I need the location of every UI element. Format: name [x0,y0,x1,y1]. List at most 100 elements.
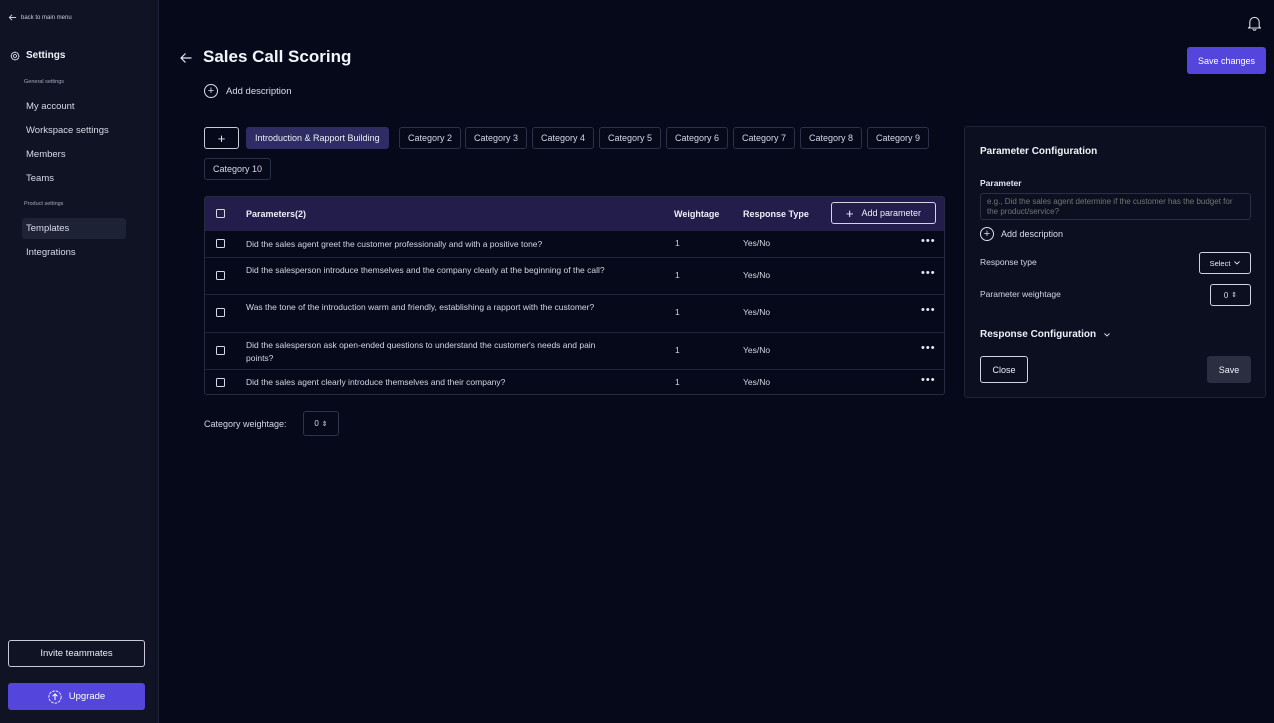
parameter-weightage-label: Parameter weightage [980,289,1061,299]
parameter-weightage: 1 [675,307,680,317]
parameter-response-type: Yes/No [743,270,771,280]
row-checkbox[interactable] [216,378,225,387]
parameter-weightage: 1 [675,238,680,248]
row-checkbox[interactable] [216,308,225,317]
parameter-question: Did the sales agent greet the customer p… [246,239,543,249]
sidebar-item-integrations[interactable]: Integrations [22,242,126,263]
parameter-weightage-stepper[interactable]: 0 ⇕ [1210,284,1251,306]
plus-circle-icon: + [204,84,218,98]
row-checkbox[interactable] [216,271,225,280]
gear-icon [10,50,20,61]
parameter-response-type: Yes/No [743,238,771,248]
response-type-label: Response type [980,257,1037,267]
sidebar-item-my-account[interactable]: My account [22,96,126,117]
panel-title: Parameter Configuration [980,146,1098,157]
table-header: Parameters(2) Weightage Response Type + … [205,197,944,230]
parameter-question: Did the salesperson introduce themselves… [246,265,605,275]
parameter-weightage: 1 [675,270,680,280]
back-link-label: back to main menu [21,14,72,21]
sidebar-item-members[interactable]: Members [22,144,126,165]
arrow-up-circle-icon [48,689,62,704]
add-category-button[interactable]: + [204,127,239,149]
general-settings-label: General settings [24,79,65,85]
category-weightage-label: Category weightage: [204,419,287,429]
parameter-question: Was the tone of the introduction warm an… [246,302,595,312]
add-description-label: Add description [226,85,292,97]
arrow-left-icon [8,14,17,21]
panel-add-description-label: Add description [1001,229,1064,239]
sidebar-item-templates[interactable]: Templates [22,218,126,239]
row-checkbox[interactable] [216,346,225,355]
parameter-response-type: Yes/No [743,345,771,355]
bell-icon[interactable] [1247,15,1262,31]
parameter-configuration-panel: Parameter Configuration Parameter + Add … [964,126,1266,398]
settings-title: Settings [26,50,66,61]
table-row[interactable]: Did the salesperson introduce themselves… [205,257,944,294]
up-down-icon: ⇕ [1231,292,1238,299]
tab-category-7[interactable]: Category 7 [733,127,796,149]
tab-category-5[interactable]: Category 5 [599,127,662,149]
page-title: Sales Call Scoring [203,47,352,66]
back-to-main-menu-link[interactable]: back to main menu [8,13,72,22]
tab-introduction-rapport-building[interactable]: Introduction & Rapport Building [246,127,389,149]
tab-category-2[interactable]: Category 2 [399,127,462,149]
sidebar: back to main menu Settings General setti… [0,0,159,723]
parameter-response-type: Yes/No [743,307,771,317]
up-down-icon: ⇕ [321,420,328,428]
chevron-down-icon [1234,261,1241,265]
response-configuration-toggle[interactable]: Response Configuration [980,329,1110,340]
parameter-weightage: 1 [675,345,680,355]
response-type-value: Select [1209,258,1231,268]
tab-category-9[interactable]: Category 9 [867,127,930,149]
panel-add-description-link[interactable]: + Add description [980,227,1063,241]
sidebar-item-workspace-settings[interactable]: Workspace settings [22,120,126,141]
plus-circle-icon: + [980,227,994,241]
more-horizontal-icon[interactable]: ••• [921,235,936,247]
upgrade-button[interactable]: Upgrade [8,683,145,710]
response-type-select[interactable]: Select [1199,252,1251,274]
save-changes-button[interactable]: Save changes [1187,47,1266,74]
more-horizontal-icon[interactable]: ••• [921,342,936,354]
response-configuration-label: Response Configuration [980,329,1097,340]
category-weightage-value: 0 [314,419,319,428]
parameter-input[interactable] [980,193,1251,220]
add-parameter-button[interactable]: + Add parameter [831,202,936,224]
tab-category-6[interactable]: Category 6 [666,127,729,149]
sidebar-item-teams[interactable]: Teams [22,168,126,189]
response-type-column-header: Response Type [743,209,809,219]
add-parameter-label: Add parameter [861,208,922,218]
add-description-link[interactable]: + Add description [204,84,291,98]
table-row[interactable]: Did the sales agent greet the customer p… [205,230,944,257]
category-weightage-stepper[interactable]: 0 ⇕ [303,411,339,436]
close-button[interactable]: Close [980,356,1028,383]
parameter-weightage: 1 [675,377,680,387]
select-all-checkbox[interactable] [216,209,225,218]
parameter-question: Did the sales agent clearly introduce th… [246,377,506,387]
parameter-label: Parameter [980,178,1022,188]
row-checkbox[interactable] [216,239,225,248]
save-button[interactable]: Save [1207,356,1251,383]
tab-category-4[interactable]: Category 4 [532,127,595,149]
more-horizontal-icon[interactable]: ••• [921,267,936,279]
settings-heading: Settings [10,50,65,61]
table-row[interactable]: Did the salesperson ask open-ended quest… [205,332,944,369]
more-horizontal-icon[interactable]: ••• [921,304,936,316]
table-row[interactable]: Was the tone of the introduction warm an… [205,294,944,332]
parameters-table: Parameters(2) Weightage Response Type + … [204,196,945,395]
parameter-response-type: Yes/No [743,377,771,387]
plus-icon: + [845,205,854,221]
back-arrow-icon[interactable] [179,51,193,65]
table-row[interactable]: Did the sales agent clearly introduce th… [205,369,944,394]
chevron-down-icon [1104,332,1110,337]
tab-category-10[interactable]: Category 10 [204,158,272,180]
product-settings-label: Product settings [24,201,64,207]
tab-category-3[interactable]: Category 3 [465,127,528,149]
more-horizontal-icon[interactable]: ••• [921,374,936,386]
parameters-column-header: Parameters(2) [246,209,307,219]
parameter-weightage-value: 0 [1223,290,1229,300]
tab-category-8[interactable]: Category 8 [800,127,863,149]
invite-teammates-button[interactable]: Invite teammates [8,640,145,667]
parameter-question: Did the salesperson ask open-ended quest… [246,340,596,363]
weightage-column-header: Weightage [674,209,720,219]
upgrade-label: Upgrade [68,691,106,702]
